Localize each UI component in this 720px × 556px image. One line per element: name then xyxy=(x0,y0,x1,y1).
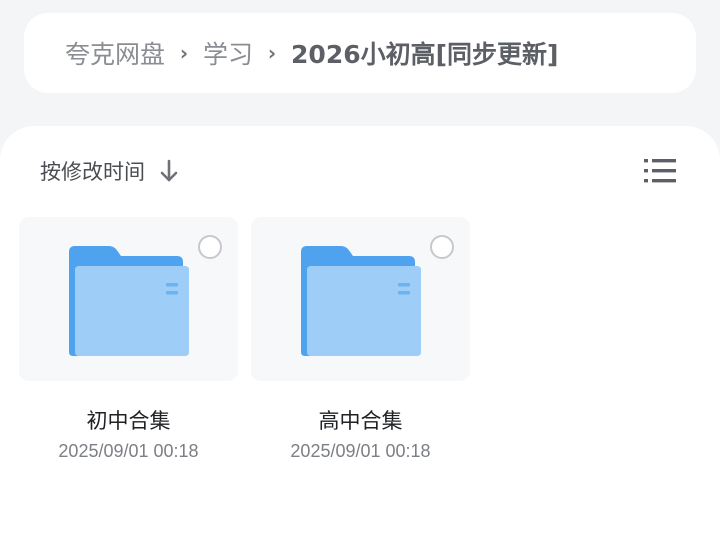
file-date: 2025/09/01 00:18 xyxy=(290,441,431,461)
breadcrumb-item-study[interactable]: 学习 xyxy=(203,35,253,71)
folder-thumbnail xyxy=(251,217,470,381)
file-name: 初中合集 xyxy=(86,409,171,433)
sort-label: 按修改时间 xyxy=(40,160,145,184)
folder-thumbnail xyxy=(19,217,238,381)
chevron-right-icon: › xyxy=(179,41,189,65)
select-checkbox[interactable] xyxy=(430,235,454,259)
folder-icon xyxy=(301,246,421,356)
arrow-down-icon xyxy=(160,159,178,182)
chevron-right-icon: › xyxy=(267,41,277,65)
file-date: 2025/09/01 00:18 xyxy=(58,441,199,461)
breadcrumb: 夸克网盘 › 学习 › 2026小初高[同步更新] xyxy=(24,13,696,93)
file-item[interactable]: 高中合集 2025/09/01 00:18 xyxy=(251,217,470,462)
sort-button[interactable]: 按修改时间 xyxy=(40,156,179,186)
breadcrumb-item-current[interactable]: 2026小初高[同步更新] xyxy=(291,35,558,71)
select-checkbox[interactable] xyxy=(198,235,222,259)
file-list-panel: 按修改时间 初中合集 2025/09/01 00:18 高中合集 2025/09… xyxy=(0,126,720,556)
file-name: 高中合集 xyxy=(318,409,403,433)
folder-icon xyxy=(69,246,189,356)
breadcrumb-item-root[interactable]: 夸克网盘 xyxy=(65,35,165,71)
file-item[interactable]: 初中合集 2025/09/01 00:18 xyxy=(19,217,238,462)
list-view-icon[interactable] xyxy=(642,156,678,186)
